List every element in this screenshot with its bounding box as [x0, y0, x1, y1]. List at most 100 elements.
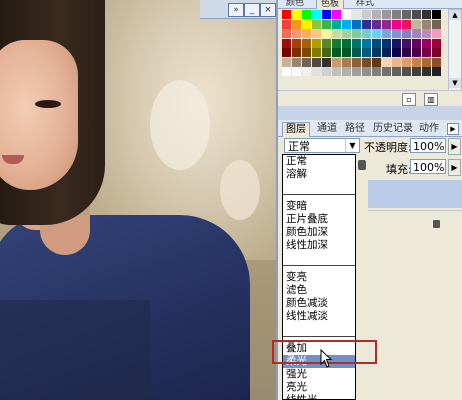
- swatch-cell[interactable]: [352, 19, 361, 29]
- swatch-cell[interactable]: [352, 57, 361, 67]
- swatch-cell[interactable]: [292, 57, 301, 67]
- swatch-cell[interactable]: [422, 67, 431, 76]
- scroll-down-icon[interactable]: ▼: [449, 78, 461, 88]
- blend-mode-option[interactable]: 颜色减淡: [283, 297, 355, 310]
- swatch-cell[interactable]: [292, 10, 301, 19]
- swatch-cell[interactable]: [282, 38, 291, 48]
- swatch-cell[interactable]: [362, 19, 371, 29]
- swatch-cell[interactable]: [402, 57, 411, 67]
- swatch-cell[interactable]: [292, 48, 301, 57]
- swatch-cell[interactable]: [312, 57, 321, 67]
- swatch-cell[interactable]: [432, 57, 441, 67]
- trash-icon[interactable]: ▥: [424, 93, 438, 106]
- swatch-cell[interactable]: [332, 57, 341, 67]
- swatch-cell[interactable]: [342, 38, 351, 48]
- blend-mode-option[interactable]: 正常: [283, 155, 355, 168]
- swatch-cell[interactable]: [352, 67, 361, 76]
- tab-actions[interactable]: 动作: [416, 122, 442, 136]
- swatch-cell[interactable]: [382, 19, 391, 29]
- layer-row-background[interactable]: [368, 210, 462, 239]
- swatch-cell[interactable]: [282, 57, 291, 67]
- swatch-cell[interactable]: [342, 57, 351, 67]
- swatch-cell[interactable]: [412, 38, 421, 48]
- blend-mode-option[interactable]: 线性减淡: [283, 310, 355, 323]
- blend-mode-option[interactable]: 线性加深: [283, 239, 355, 252]
- swatch-cell[interactable]: [372, 48, 381, 57]
- swatch-cell[interactable]: [332, 67, 341, 76]
- swatch-cell[interactable]: [422, 57, 431, 67]
- swatch-cell[interactable]: [382, 29, 391, 38]
- swatch-cell[interactable]: [292, 19, 301, 29]
- swatch-cell[interactable]: [402, 38, 411, 48]
- swatch-cell[interactable]: [412, 67, 421, 76]
- swatch-cell[interactable]: [342, 19, 351, 29]
- swatches-scrollbar[interactable]: ▲ ▼: [448, 9, 462, 91]
- swatch-cell[interactable]: [282, 29, 291, 38]
- swatch-cell[interactable]: [352, 48, 361, 57]
- layer-row-selected[interactable]: [368, 180, 462, 208]
- new-swatch-icon[interactable]: ▫: [402, 93, 416, 106]
- tab-color[interactable]: 颜色: [282, 0, 308, 8]
- swatch-cell[interactable]: [282, 10, 291, 19]
- swatch-cell[interactable]: [302, 38, 311, 48]
- swatch-cell[interactable]: [362, 10, 371, 19]
- close-icon[interactable]: ×: [260, 3, 276, 17]
- swatch-cell[interactable]: [412, 29, 421, 38]
- tab-paths[interactable]: 路径: [342, 122, 368, 136]
- scroll-up-icon[interactable]: ▲: [449, 10, 461, 20]
- swatch-cell[interactable]: [422, 38, 431, 48]
- swatch-cell[interactable]: [422, 29, 431, 38]
- expand-icon[interactable]: »: [228, 3, 244, 17]
- panel-menu-icon[interactable]: ▶: [447, 123, 459, 135]
- swatch-cell[interactable]: [432, 19, 441, 29]
- tab-styles[interactable]: 样式: [352, 0, 378, 8]
- swatch-cell[interactable]: [322, 57, 331, 67]
- swatch-cell[interactable]: [342, 29, 351, 38]
- swatch-cell[interactable]: [392, 38, 401, 48]
- swatch-cell[interactable]: [392, 48, 401, 57]
- blend-mode-option[interactable]: 变亮: [283, 271, 355, 284]
- swatch-cell[interactable]: [372, 19, 381, 29]
- swatch-cell[interactable]: [322, 67, 331, 76]
- swatch-cell[interactable]: [332, 19, 341, 29]
- swatch-cell[interactable]: [382, 57, 391, 67]
- swatch-cell[interactable]: [382, 38, 391, 48]
- swatch-cell[interactable]: [432, 48, 441, 57]
- swatch-cell[interactable]: [312, 38, 321, 48]
- swatch-grid[interactable]: [282, 10, 442, 86]
- swatch-cell[interactable]: [402, 48, 411, 57]
- fill-input[interactable]: 100%: [410, 159, 446, 174]
- swatch-cell[interactable]: [342, 10, 351, 19]
- swatch-cell[interactable]: [402, 10, 411, 19]
- swatch-cell[interactable]: [392, 10, 401, 19]
- swatch-cell[interactable]: [322, 29, 331, 38]
- swatch-cell[interactable]: [302, 67, 311, 76]
- blend-mode-option[interactable]: 变暗: [283, 200, 355, 213]
- photo-canvas[interactable]: [0, 0, 276, 400]
- swatch-cell[interactable]: [362, 57, 371, 67]
- swatch-cell[interactable]: [362, 67, 371, 76]
- swatch-cell[interactable]: [312, 67, 321, 76]
- lock-icon[interactable]: [358, 160, 366, 170]
- swatch-cell[interactable]: [372, 29, 381, 38]
- swatch-cell[interactable]: [362, 38, 371, 48]
- swatch-cell[interactable]: [332, 29, 341, 38]
- swatch-cell[interactable]: [382, 67, 391, 76]
- swatch-cell[interactable]: [402, 19, 411, 29]
- swatch-cell[interactable]: [382, 10, 391, 19]
- swatch-cell[interactable]: [422, 48, 431, 57]
- swatch-cell[interactable]: [352, 10, 361, 19]
- chevron-down-icon[interactable]: ▼: [345, 139, 359, 152]
- blend-mode-select[interactable]: 正常 ▼: [284, 138, 360, 153]
- swatch-cell[interactable]: [322, 19, 331, 29]
- swatch-cell[interactable]: [402, 29, 411, 38]
- blend-mode-option[interactable]: 强光: [283, 368, 355, 381]
- swatch-cell[interactable]: [372, 10, 381, 19]
- swatch-cell[interactable]: [342, 67, 351, 76]
- opacity-input[interactable]: 100%: [410, 138, 446, 153]
- swatch-cell[interactable]: [372, 67, 381, 76]
- blend-mode-option[interactable]: 颜色加深: [283, 226, 355, 239]
- swatch-cell[interactable]: [422, 19, 431, 29]
- swatch-cell[interactable]: [392, 57, 401, 67]
- fill-slider-icon[interactable]: ▶: [448, 159, 461, 176]
